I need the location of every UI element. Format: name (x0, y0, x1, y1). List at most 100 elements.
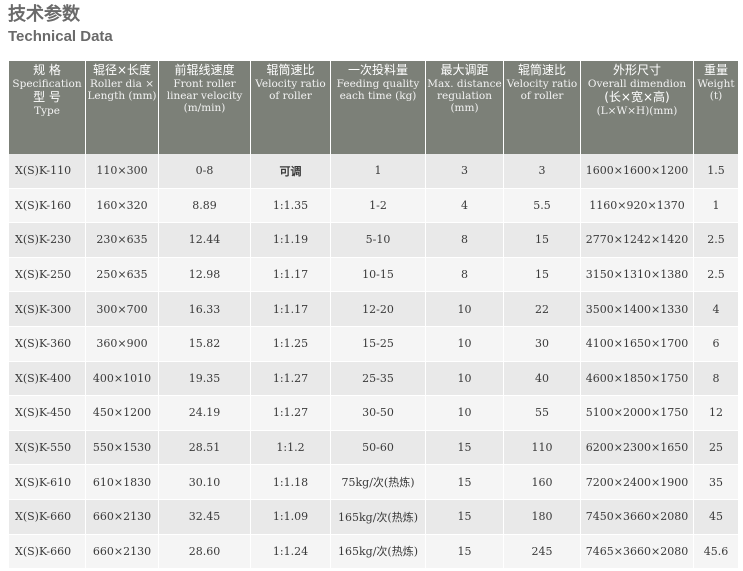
cell-type: X(S)K-660 (9, 499, 86, 535)
header-en-sub: Type (34, 105, 60, 117)
header-roller-dia: 辊径×长度 Roller dia × Length (mm) (86, 61, 159, 154)
cell-max-distance: 10 (426, 361, 504, 397)
cell-velocity-ratio: 1:1.09 (251, 499, 331, 535)
cell-velocity-ratio-2: 30 (504, 326, 581, 362)
header-cn: 重量 (703, 63, 728, 77)
cell-weight: 8 (694, 361, 738, 397)
cell-roller-dia: 110×300 (86, 154, 159, 189)
cell-type: X(S)K-300 (9, 292, 86, 327)
header-en: Weight (t) (697, 78, 735, 102)
cell-velocity-ratio: 1:1.35 (251, 188, 331, 224)
header-overall-dimension: 外形尺寸 Overall dimendion (长×宽×高) (L×W×H)(m… (581, 61, 694, 154)
header-max-distance: 最大调距 Max. distance regulation (mm) (426, 61, 504, 154)
cell-velocity-ratio-2: 3 (504, 154, 581, 189)
title-chinese: 技术参数 (8, 4, 80, 25)
cell-velocity-ratio: 1:1.19 (251, 223, 331, 258)
table-row: X(S)K-660 660×2130 32.45 1:1.09 165kg/次(热炼) 1… (9, 499, 738, 535)
cell-weight: 35 (694, 465, 738, 500)
table-row: X(S)K-230 230×635 12.44 1:1.19 5-10 8 15 2770×1… (9, 223, 738, 258)
cell-weight: 4 (694, 292, 738, 327)
header-cn: 辊径×长度 (92, 63, 152, 77)
technical-data-table: 规 格 Specification 型 号 Type 辊径×长度 Roller … (9, 61, 738, 570)
header-specification: 规 格 Specification 型 号 Type (9, 61, 86, 154)
cell-roller-dia: 160×320 (86, 188, 159, 224)
cell-velocity-ratio-2: 40 (504, 361, 581, 397)
cell-overall-dimension: 7450×3660×2080 (581, 499, 694, 535)
cell-linear-velocity: 16.33 (159, 292, 251, 327)
cell-roller-dia: 610×1830 (86, 465, 159, 500)
table-header-row: 规 格 Specification 型 号 Type 辊径×长度 Roller … (9, 61, 738, 154)
header-en: Velocity ratio of roller (506, 78, 578, 102)
header-en: Max. distance regulation (mm) (427, 78, 502, 114)
cell-linear-velocity: 0-8 (159, 154, 251, 189)
cell-overall-dimension: 4600×1850×1750 (581, 361, 694, 397)
cell-roller-dia: 250×635 (86, 257, 159, 293)
cell-linear-velocity: 24.19 (159, 396, 251, 431)
cell-type: X(S)K-110 (9, 154, 86, 189)
cell-feeding-quality: 12-20 (331, 292, 426, 327)
cell-roller-dia: 450×1200 (86, 396, 159, 431)
cell-feeding-quality: 25-35 (331, 361, 426, 397)
cell-roller-dia: 660×2130 (86, 534, 159, 570)
cell-feeding-quality: 15-25 (331, 326, 426, 362)
cell-linear-velocity: 12.44 (159, 223, 251, 258)
cell-linear-velocity: 15.82 (159, 326, 251, 362)
header-en-sub: (L×W×H)(mm) (596, 105, 678, 117)
table-row: X(S)K-400 400×1010 19.35 1:1.27 25-35 10 40 460… (9, 361, 738, 397)
cell-overall-dimension: 3150×1310×1380 (581, 257, 694, 293)
cell-max-distance: 8 (426, 223, 504, 258)
cell-overall-dimension: 2770×1242×1420 (581, 223, 694, 258)
cell-roller-dia: 360×900 (86, 326, 159, 362)
cell-roller-dia: 400×1010 (86, 361, 159, 397)
cell-feeding-quality: 10-15 (331, 257, 426, 293)
cell-feeding-quality: 75kg/次(热炼) (331, 465, 426, 500)
cell-overall-dimension: 7465×3660×2080 (581, 534, 694, 570)
header-en: Overall dimendion (587, 78, 687, 90)
cell-overall-dimension: 5100×2000×1750 (581, 396, 694, 431)
cell-max-distance: 15 (426, 465, 504, 500)
cell-velocity-ratio-2: 245 (504, 534, 581, 570)
cell-overall-dimension: 4100×1650×1700 (581, 326, 694, 362)
cell-velocity-ratio: 1:1.27 (251, 361, 331, 397)
title-english: Technical Data (8, 28, 113, 45)
cell-feeding-quality: 5-10 (331, 223, 426, 258)
cell-velocity-ratio-2: 22 (504, 292, 581, 327)
cell-velocity-ratio: 可调 (251, 154, 331, 189)
header-cn: 最大调距 (440, 63, 489, 77)
header-linear-velocity: 前辊线速度 Front roller linear velocity (m/mi… (159, 61, 251, 154)
header-weight: 重量 Weight (t) (694, 61, 738, 154)
cell-velocity-ratio-2: 160 (504, 465, 581, 500)
cell-velocity-ratio-2: 180 (504, 499, 581, 535)
cell-type: X(S)K-660 (9, 534, 86, 570)
cell-linear-velocity: 32.45 (159, 499, 251, 535)
header-en: Feeding quality each time (kg) (336, 78, 420, 102)
cell-feeding-quality: 165kg/次(热炼) (331, 499, 426, 535)
cell-linear-velocity: 30.10 (159, 465, 251, 500)
cell-overall-dimension: 3500×1400×1330 (581, 292, 694, 327)
table-row: X(S)K-360 360×900 15.82 1:1.25 15-25 10 30 4100… (9, 326, 738, 362)
cell-max-distance: 10 (426, 326, 504, 362)
cell-velocity-ratio: 1:1.18 (251, 465, 331, 500)
cell-type: X(S)K-550 (9, 430, 86, 466)
header-cn: 一次投料量 (347, 63, 408, 77)
header-en: Velocity ratio of roller (255, 78, 326, 102)
cell-type: X(S)K-610 (9, 465, 86, 500)
cell-max-distance: 8 (426, 257, 504, 293)
table-row: X(S)K-550 550×1530 28.51 1:1.2 50-60 15 110 620… (9, 430, 738, 466)
table-row: X(S)K-660 660×2130 28.60 1:1.24 165kg/次(热炼) 1… (9, 534, 738, 570)
cell-weight: 45.6 (694, 534, 738, 570)
cell-roller-dia: 660×2130 (86, 499, 159, 535)
cell-roller-dia: 230×635 (86, 223, 159, 258)
header-cn: 规 格 (33, 63, 61, 77)
header-en: Specification (12, 78, 82, 90)
cell-type: X(S)K-160 (9, 188, 86, 224)
cell-linear-velocity: 28.60 (159, 534, 251, 570)
cell-max-distance: 10 (426, 292, 504, 327)
header-cn: 前辊线速度 (174, 63, 235, 77)
header-velocity-ratio-2: 辊筒速比 Velocity ratio of roller (504, 61, 581, 154)
header-cn: 辊筒速比 (517, 63, 566, 77)
cell-max-distance: 10 (426, 396, 504, 431)
cell-weight: 2.5 (694, 223, 738, 258)
cell-weight: 1 (694, 188, 738, 224)
cell-weight: 2.5 (694, 257, 738, 293)
